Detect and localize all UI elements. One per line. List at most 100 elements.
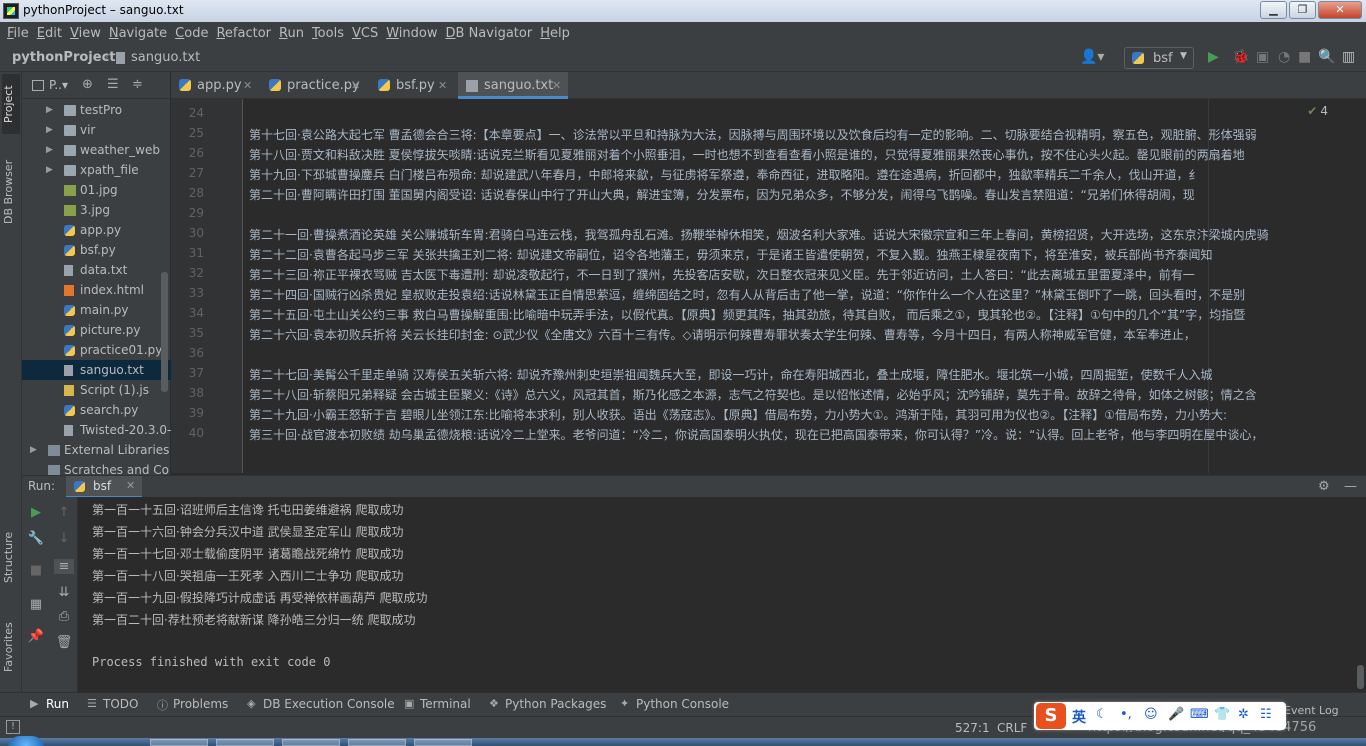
- menu-vcs[interactable]: VCS: [348, 26, 382, 41]
- soft-wrap-icon[interactable]: ≡: [54, 559, 74, 574]
- ime-toolbar[interactable]: S 英 ☾ •, ☺ 🎤 ⌨ 👕 ✲ ☷: [1034, 702, 1286, 730]
- project-tree-item[interactable]: ▶ testPro: [22, 100, 171, 120]
- gear-icon[interactable]: ⚙: [1318, 479, 1330, 494]
- menu-view[interactable]: View: [66, 26, 105, 41]
- project-tree-item[interactable]: index.html: [22, 280, 171, 300]
- ime-language[interactable]: 英: [1072, 707, 1086, 727]
- close-run-tab-icon[interactable]: ✕: [126, 479, 135, 492]
- taskbar-item[interactable]: [414, 739, 472, 746]
- taskbar-item[interactable]: [216, 739, 274, 746]
- console-scrollbar[interactable]: [1357, 665, 1364, 689]
- code-line[interactable]: 第十九回·下邳城曹操鏖兵 白门楼吕布殒命: 却说建武八年春月，中郎将来歙，与征虏…: [249, 166, 1201, 183]
- rerun-icon[interactable]: ▶: [26, 505, 46, 520]
- menu-tools[interactable]: Tools: [308, 26, 348, 41]
- breadcrumb-file[interactable]: sanguo.txt: [131, 50, 200, 65]
- menu-navigate[interactable]: Navigate: [105, 26, 171, 41]
- editor[interactable]: 24 25 26 27 28 29 30 31 32 33 34 35 36 37 38 39 40 ✔ 4 第十…: [171, 99, 1366, 473]
- keyboard-icon[interactable]: ⌨: [1190, 707, 1209, 722]
- scroll-to-end-icon[interactable]: ⇊: [54, 585, 74, 600]
- stop-icon[interactable]: ■: [1298, 49, 1311, 65]
- scroll-up-icon[interactable]: ↑: [54, 505, 74, 520]
- code-line[interactable]: 第二十六回·袁本初败兵折将 关云长挂印封金: ⊙武少仪《全唐文》六百十三有传。◇…: [249, 326, 1196, 343]
- project-tree-item[interactable]: sanguo.txt: [22, 360, 171, 380]
- tab-app-py[interactable]: app.py ✕: [171, 72, 258, 99]
- code-line[interactable]: 第二十九回·小霸王怒斩于吉 碧眼儿坐领江东:比喻将本求利，别人收获。语出《荡寇志…: [249, 406, 1227, 423]
- print-icon[interactable]: ⎙: [54, 609, 74, 624]
- line-number-gutter[interactable]: 24 25 26 27 28 29 30 31 32 33 34 35 36 37 38 39 40: [171, 99, 243, 473]
- project-tool-tab[interactable]: Project: [2, 74, 20, 134]
- locate-icon[interactable]: ⊕: [82, 77, 93, 92]
- ide-features-icon[interactable]: ▥: [1342, 49, 1355, 65]
- project-tree-item[interactable]: ▶ weather_web: [22, 140, 171, 160]
- code-line[interactable]: 第十七回·袁公路大起七军 曹孟德会合三将:【本章要点】一、诊法常以平旦和持脉为大…: [249, 126, 1257, 143]
- scroll-down-icon[interactable]: ↓: [54, 531, 74, 546]
- project-tree-item[interactable]: Script (1).js: [22, 380, 171, 400]
- trash-icon[interactable]: 🗑: [54, 635, 74, 650]
- caret-position[interactable]: 527:1: [955, 721, 990, 735]
- inspection-widget[interactable]: ✔ 4: [1307, 104, 1328, 118]
- menu-refactor[interactable]: Refactor: [212, 26, 275, 41]
- db-browser-tool-tab[interactable]: DB Browser: [2, 152, 20, 232]
- code-line[interactable]: 第二十八回·斩蔡阳兄弟释疑 会古城主臣聚义:《诗》总六义，风冠其首，斯乃化感之本…: [249, 386, 1257, 403]
- close-tab-icon[interactable]: ✕: [438, 72, 447, 99]
- project-tree-item[interactable]: ▶ xpath_file: [22, 160, 171, 180]
- toolwindow-todo[interactable]: ☰ TODO: [87, 697, 138, 711]
- minimize-button[interactable]: ▁: [1260, 1, 1287, 19]
- taskbar-item[interactable]: [150, 739, 208, 746]
- toolwindow-run[interactable]: ▶ Run: [30, 697, 69, 711]
- expand-arrow-icon[interactable]: ▶: [46, 100, 53, 120]
- tab-sanguo-txt[interactable]: sanguo.txt ✕: [458, 72, 568, 99]
- emoji-icon[interactable]: ☺: [1144, 707, 1158, 722]
- code-line[interactable]: 第二十五回·屯土山关公约三事 救白马曹操解重围:比喻暗中玩弄手法，以假代真。【原…: [249, 306, 1245, 323]
- search-icon[interactable]: 🔍: [1318, 49, 1335, 65]
- toolwindow-python-packages[interactable]: ❖ Python Packages: [489, 697, 606, 711]
- toolwindow-terminal[interactable]: ▣ Terminal: [404, 697, 471, 711]
- expand-arrow-icon[interactable]: ▶: [30, 440, 37, 460]
- project-tree-item[interactable]: data.txt: [22, 260, 171, 280]
- project-tree-item[interactable]: practice01.py: [22, 340, 171, 360]
- project-tree-item[interactable]: app.py: [22, 220, 171, 240]
- close-button[interactable]: ✕: [1318, 1, 1362, 19]
- code-line[interactable]: 第十八回·贾文和料敌决胜 夏侯惇拔矢啖睛:话说克兰斯看见夏雅丽对着个小照垂泪，一…: [249, 146, 1245, 163]
- maximize-button[interactable]: ❐: [1289, 1, 1316, 19]
- project-tree-item[interactable]: ▶ vir: [22, 120, 171, 140]
- code-line[interactable]: 第二十回·曹阿瞒许田打围 董国舅内阁受诏: 话说春保山中行了开山大典，解进宝簿，…: [249, 186, 1195, 203]
- project-tree-item[interactable]: 3.jpg: [22, 200, 171, 220]
- collapse-all-icon[interactable]: ≑: [132, 77, 143, 92]
- code-line[interactable]: 第二十四回·国贼行凶杀贵妃 皇叔败走投袁绍:话说林黛玉正自情思萦逗，缠绵固结之时…: [249, 286, 1245, 303]
- start-button-icon[interactable]: [8, 736, 44, 746]
- menu-help[interactable]: Help: [536, 26, 574, 41]
- line-separator[interactable]: CRLF: [997, 721, 1027, 735]
- breadcrumb-project[interactable]: pythonProject: [12, 50, 116, 65]
- stop-icon[interactable]: ■: [26, 563, 46, 578]
- debug-icon[interactable]: 🐞: [1232, 49, 1249, 65]
- menu-window[interactable]: Window: [382, 26, 441, 41]
- expand-arrow-icon[interactable]: ▶: [46, 140, 53, 160]
- run-configuration-select[interactable]: bsf ▼: [1124, 47, 1194, 69]
- punctuation-icon[interactable]: •,: [1120, 707, 1132, 722]
- expand-all-icon[interactable]: ☰: [107, 77, 119, 92]
- toolwindow-problems[interactable]: ⓘ Problems: [157, 697, 228, 712]
- menu-edit[interactable]: Edit: [33, 26, 66, 41]
- toolwindow-python-console[interactable]: ✦ Python Console: [620, 697, 729, 711]
- project-tree-item[interactable]: picture.py: [22, 320, 171, 340]
- expand-arrow-icon[interactable]: ▶: [46, 160, 53, 180]
- project-scrollbar[interactable]: [161, 272, 168, 392]
- run-icon[interactable]: ▶: [1208, 49, 1219, 65]
- run-console-output[interactable]: 第一百一十五回·诏班师后主信谗 托屯田姜维避祸 爬取成功 第一百一十六回·钟会分兵…: [78, 497, 1366, 692]
- project-tree-item[interactable]: bsf.py: [22, 240, 171, 260]
- project-view-select[interactable]: P..▾: [49, 78, 68, 92]
- close-tab-icon[interactable]: ✕: [552, 72, 561, 99]
- menu-file[interactable]: File: [3, 26, 33, 41]
- code-line[interactable]: 第三十回·战官渡本初败绩 劫乌巢孟德烧粮:话说冷二上堂来。老爷问道：“冷二，你说…: [249, 426, 1263, 443]
- coverage-icon[interactable]: ▣: [1256, 49, 1269, 65]
- structure-tool-tab[interactable]: Structure: [2, 522, 20, 592]
- menu-db-navigator[interactable]: DB Navigator: [442, 26, 537, 41]
- project-tree-item[interactable]: 01.jpg: [22, 180, 171, 200]
- code-line[interactable]: 第二十一回·曹操煮酒论英雄 关公赚城斩车胄:君骑白马连云栈，我驾孤舟乱石滩。扬鞭…: [249, 226, 1269, 243]
- profile-icon[interactable]: ◔: [1278, 49, 1290, 65]
- tab-bsf-py[interactable]: bsf.py ✕: [370, 72, 454, 99]
- tools-icon[interactable]: ✲: [1238, 707, 1249, 722]
- wrench-icon[interactable]: 🔧: [26, 531, 46, 546]
- run-tab-bsf[interactable]: bsf ✕: [66, 476, 142, 498]
